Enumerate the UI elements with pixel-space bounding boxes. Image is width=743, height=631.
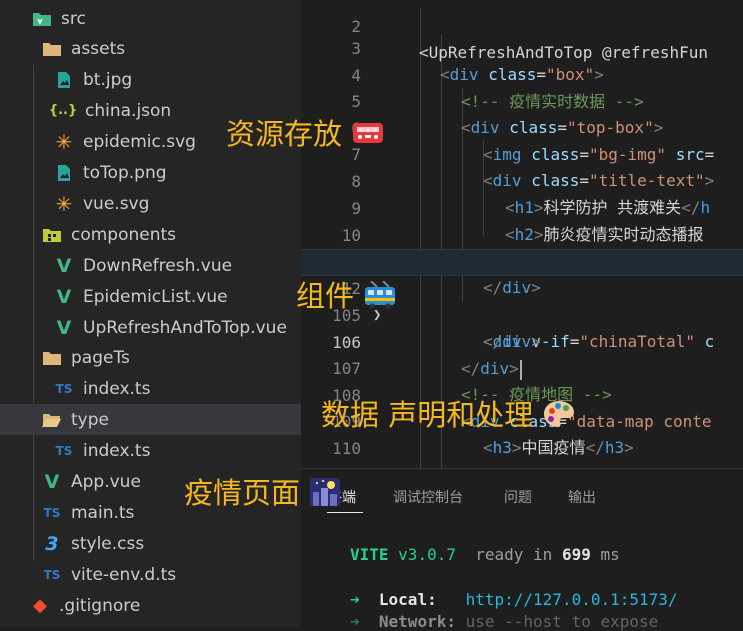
image-file-icon bbox=[54, 163, 74, 183]
tree-item-vite-env-ts[interactable]: TS vite-env.d.ts bbox=[0, 559, 301, 590]
components-folder-icon bbox=[42, 225, 62, 245]
ms-unit: ms bbox=[600, 545, 620, 564]
vue-file-icon: V bbox=[56, 254, 72, 277]
tree-item-totop-png[interactable]: toTop.png bbox=[0, 157, 301, 188]
tree-item-label: china.json bbox=[85, 100, 172, 121]
code-line: 108 <div class="data-map conte bbox=[301, 356, 743, 432]
arrow-right-icon: ➜ bbox=[350, 612, 360, 631]
css-file-icon: 3 bbox=[45, 532, 59, 555]
tree-item-label: EpidemicList.vue bbox=[83, 286, 228, 307]
tree-item-components[interactable]: components bbox=[0, 219, 301, 250]
code-line: 9 <h2>肺炎疫情实时动态播报 bbox=[301, 169, 743, 245]
tree-item-label: assets bbox=[71, 38, 126, 59]
tree-item-label: vite-env.d.ts bbox=[71, 564, 177, 585]
tree-item-label: .gitignore bbox=[59, 595, 141, 616]
network-label: Network: bbox=[378, 612, 456, 631]
vue-file-icon: V bbox=[56, 285, 72, 308]
tree-item-pagets-index-ts[interactable]: TS index.ts bbox=[0, 373, 301, 404]
vue-file-icon: V bbox=[56, 316, 72, 339]
tree-item-label: style.css bbox=[71, 533, 145, 554]
ready-ms: 699 bbox=[561, 545, 591, 564]
tree-item-label: index.ts bbox=[83, 378, 151, 399]
tree-item-vue-svg[interactable]: ✳ vue.svg bbox=[0, 188, 301, 219]
tree-item-label: epidemic.svg bbox=[83, 131, 196, 152]
ts-file-icon: TS bbox=[43, 505, 61, 520]
tree-item-label: components bbox=[71, 224, 177, 245]
tab-output[interactable]: 输出 bbox=[568, 487, 596, 507]
terminal-vite-line: VITE v3.0.7 ready in 699 ms bbox=[350, 545, 620, 564]
terminal-network-line: ➜ Network: use --host to expose bbox=[350, 612, 658, 631]
tree-item-label: pageTs bbox=[71, 347, 130, 368]
code-line: 5 <div class="top-box"> bbox=[301, 62, 743, 138]
tree-item-label: vue.svg bbox=[83, 193, 150, 214]
arrow-right-icon: ➜ bbox=[350, 590, 360, 609]
bottom-panel: 终端 调试控制台 问题 输出 VITE v3.0.7 ready in 699 … bbox=[301, 468, 743, 631]
annotation-data-handling: 数据 声明和处理 bbox=[321, 392, 576, 436]
vite-version: v3.0.7 bbox=[398, 545, 456, 564]
night-city-icon bbox=[309, 477, 341, 514]
local-label: Local: bbox=[378, 590, 437, 609]
bus-front-icon bbox=[351, 119, 385, 153]
vue-file-icon: V bbox=[44, 470, 60, 493]
tree-item-label: index.ts bbox=[83, 440, 151, 461]
vue-folder-icon bbox=[32, 9, 52, 29]
image-file-icon bbox=[54, 70, 74, 90]
tree-item-label: main.ts bbox=[71, 502, 135, 523]
code-line: 111 <div bbox=[301, 436, 743, 468]
tree-item-gitignore[interactable]: ◆ .gitignore bbox=[0, 590, 301, 621]
git-icon: ◆ bbox=[33, 595, 47, 616]
tree-item-assets[interactable]: assets bbox=[0, 33, 301, 64]
annotation-resources: 资源存放 bbox=[226, 111, 385, 153]
tree-item-epidemiclist-vue[interactable]: V EpidemicList.vue bbox=[0, 281, 301, 312]
file-explorer: src assets bt.jpg {..} china.json ✳ epid… bbox=[0, 0, 301, 627]
tab-debug-console[interactable]: 调试控制台 bbox=[393, 487, 463, 507]
tree-item-label: App.vue bbox=[71, 471, 141, 492]
annotation-text: 数据 声明和处理 bbox=[321, 398, 534, 432]
annotation-text: 资源存放 bbox=[226, 117, 343, 151]
tree-item-bt-jpg[interactable]: bt.jpg bbox=[0, 64, 301, 95]
tree-item-pagets[interactable]: pageTs bbox=[0, 342, 301, 373]
tree-item-src[interactable]: src bbox=[0, 3, 301, 34]
tree-item-label: toTop.png bbox=[83, 162, 167, 183]
code-line: 11 </div> bbox=[301, 222, 743, 298]
ts-file-icon: TS bbox=[55, 381, 73, 396]
vite-label: VITE bbox=[350, 545, 389, 564]
code-line: 107 <!-- 疫情地图 --> bbox=[301, 329, 743, 405]
tree-item-downrefresh-vue[interactable]: V DownRefresh.vue bbox=[0, 250, 301, 281]
network-text: use --host to expose bbox=[465, 612, 659, 631]
trolleybus-icon bbox=[363, 279, 397, 316]
tree-item-style-css[interactable]: 3 style.css bbox=[0, 528, 301, 559]
folder-open-icon bbox=[42, 410, 62, 430]
code-line: 3 <div class="box"> bbox=[301, 9, 743, 85]
code-line-highlighted: 12 ❯ <div v-if="chinaTotal" c bbox=[301, 249, 743, 351]
annotation-text: 组件 bbox=[296, 279, 355, 313]
local-url-link[interactable]: http://127.0.0.1:5173/ bbox=[466, 590, 678, 609]
svg-file-icon: ✳ bbox=[55, 191, 73, 216]
tree-item-uprefreshandtotop-vue[interactable]: V UpRefreshAndToTop.vue bbox=[0, 312, 301, 343]
tree-item-type-index-ts[interactable]: TS index.ts bbox=[0, 435, 301, 466]
tree-item-label: UpRefreshAndToTop.vue bbox=[83, 317, 287, 338]
folder-icon bbox=[42, 39, 62, 59]
svg-file-icon: ✳ bbox=[55, 129, 73, 154]
terminal-local-line: ➜ Local: http://127.0.0.1:5173/ bbox=[350, 590, 678, 609]
annotation-epidemic-page: 疫情页面 bbox=[184, 470, 341, 514]
tree-item-type[interactable]: type bbox=[0, 404, 301, 435]
ts-file-icon: TS bbox=[55, 443, 73, 458]
ts-file-icon: TS bbox=[43, 567, 61, 582]
tree-item-label: type bbox=[71, 409, 109, 430]
annotation-text: 疫情页面 bbox=[184, 476, 301, 510]
annotation-components: 组件 bbox=[296, 273, 397, 316]
folder-icon bbox=[42, 348, 62, 368]
tree-item-label: src bbox=[61, 8, 86, 29]
json-file-icon: {..} bbox=[48, 103, 78, 118]
code-line: 4 <!-- 疫情实时数据 --> bbox=[301, 36, 743, 112]
code-line: 10 <span>更新时间:{{ lastU bbox=[301, 196, 743, 272]
tree-item-label: bt.jpg bbox=[83, 69, 133, 90]
palette-icon bbox=[542, 399, 576, 436]
tab-problems[interactable]: 问题 bbox=[504, 487, 532, 507]
tree-item-label: DownRefresh.vue bbox=[83, 255, 233, 276]
ready-text: ready in bbox=[475, 545, 553, 564]
